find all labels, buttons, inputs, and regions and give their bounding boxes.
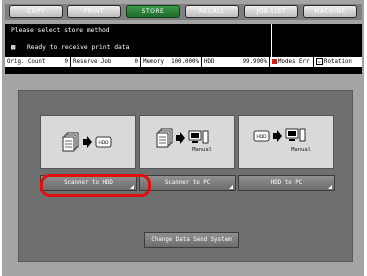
reserve-job-label: Reserve Job [73,59,112,65]
orig-count-label: Orig. Count [7,59,46,65]
scanner-to-pc-card[interactable]: Manual [139,115,235,169]
orig-count-cell: Orig. Count 0 [5,57,71,67]
hdd-label: HDD [204,59,215,65]
reserve-job-value: 0 [134,59,139,65]
rotation-icon: ↻ [316,58,323,65]
tab-print[interactable]: PRINT [67,5,121,18]
scanner-to-hdd-label: Scanner to HDD [64,180,113,186]
screen-frame: COPY PRINT STORE RECALL JOB LIST MACHINE… [2,0,364,276]
hdd-icon-label: HDD [98,140,109,146]
memory-label: Memory [143,59,164,65]
scanner-to-pc-icon [156,128,209,148]
hdd-to-pc-icon: HDD [253,128,306,142]
status-divider [271,24,272,57]
rotation-cell[interactable]: ↻ Rotation [314,57,362,67]
scanner-to-pc-label: Scanner to PC [164,180,211,186]
tab-job-list[interactable]: JOB LIST [244,5,298,18]
hdd-to-pc-button[interactable]: HDD to PC [238,175,335,191]
tab-store[interactable]: STORE [126,5,180,18]
corner-mark-icon [328,185,332,189]
change-data-send-system-button[interactable]: Change Data Send System [144,232,239,248]
status-panel: Please select store method ▩ Ready to re… [5,24,362,74]
scanner-to-pc-button[interactable]: Scanner to PC [139,175,236,191]
corner-mark-icon [130,185,134,189]
tab-bar: COPY PRINT STORE RECALL JOB LIST MACHINE [5,4,362,20]
rotation-label: Rotation [324,59,352,65]
hdd-cell: HDD 99.990% [202,57,270,67]
memory-cell: Memory 100.000% [141,57,202,67]
store-method-panel: HDD Manual HDD Manual Scanner to HDD Sca… [18,90,353,262]
status-title: Please select store method [11,27,110,34]
info-bar: Orig. Count 0 Reserve Job 0 Memory 100.0… [5,57,362,67]
tab-recall[interactable]: RECALL [185,5,239,18]
hdd-to-pc-card[interactable]: HDD Manual [238,115,334,169]
reserve-job-cell: Reserve Job 0 [71,57,141,67]
modes-err-cell[interactable]: Modes Err [270,57,314,67]
scanner-to-hdd-card[interactable]: HDD [40,115,136,169]
tab-machine[interactable]: MACHINE [303,5,357,18]
scanner-to-hdd-button[interactable]: Scanner to HDD [40,175,137,191]
scanner-to-hdd-icon: HDD [62,132,112,152]
printer-icon: ▩ [11,43,16,51]
error-icon [272,59,277,64]
orig-count-value: 0 [64,59,69,65]
tab-copy[interactable]: COPY [9,5,63,18]
hdd-value: 99.990% [242,59,267,65]
hdd-icon-label: HDD [256,134,267,140]
scanner-to-pc-caption: Manual [192,147,212,153]
memory-value: 100.000% [171,59,199,65]
status-message: Ready to receive print data [27,44,130,51]
modes-err-label: Modes Err [278,59,310,65]
corner-mark-icon [229,185,233,189]
hdd-to-pc-caption: Manual [291,147,311,153]
hdd-to-pc-label: HDD to PC [270,180,303,186]
